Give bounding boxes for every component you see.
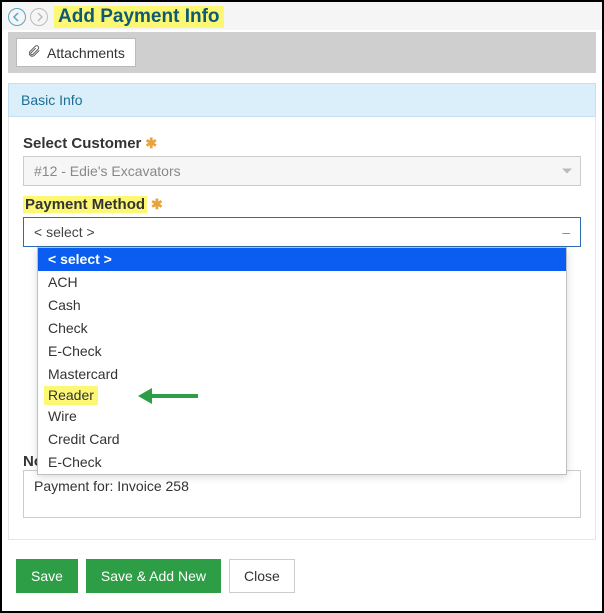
dropdown-option[interactable]: E-Check xyxy=(38,451,566,474)
dropdown-option[interactable]: Mastercard xyxy=(38,363,566,386)
payment-method-label: Payment Method ✱ xyxy=(23,196,581,213)
attachments-label: Attachments xyxy=(47,45,125,61)
dropdown-option[interactable]: Credit Card xyxy=(38,428,566,451)
attachments-button[interactable]: Attachments xyxy=(16,38,136,67)
paperclip-icon xyxy=(27,44,41,61)
dropdown-option[interactable]: Reader xyxy=(38,386,566,405)
dropdown-option[interactable]: E-Check xyxy=(38,340,566,363)
customer-label: Select Customer ✱ xyxy=(23,135,581,152)
required-icon: ✱ xyxy=(151,196,163,213)
customer-select[interactable]: #12 - Edie's Excavators xyxy=(23,156,581,186)
footer-buttons: Save Save & Add New Close xyxy=(16,559,295,593)
dropdown-option[interactable]: Wire xyxy=(38,405,566,428)
dropdown-option[interactable]: ACH xyxy=(38,271,566,294)
header-bar: Add Payment Info xyxy=(2,2,602,30)
payment-method-select-value: < select > xyxy=(34,224,95,240)
dropdown-option[interactable]: < select > xyxy=(38,248,566,271)
page-title: Add Payment Info xyxy=(54,6,224,28)
customer-select-value: #12 - Edie's Excavators xyxy=(34,163,181,179)
save-add-new-button[interactable]: Save & Add New xyxy=(86,559,221,593)
payment-method-select[interactable]: < select > – xyxy=(23,217,581,247)
toolbar: Attachments xyxy=(8,32,596,73)
save-button[interactable]: Save xyxy=(16,559,78,593)
notes-input[interactable]: Payment for: Invoice 258 xyxy=(23,470,581,518)
close-button[interactable]: Close xyxy=(229,559,295,593)
dropdown-option[interactable]: Check xyxy=(38,317,566,340)
chevron-down-icon xyxy=(562,169,572,174)
payment-method-dropdown[interactable]: < select >ACHCashCheckE-CheckMastercardR… xyxy=(37,247,567,475)
arrow-annotation-icon xyxy=(138,388,198,404)
forward-icon xyxy=(30,8,48,26)
dropdown-option[interactable]: Cash xyxy=(38,294,566,317)
section-basic-info: Basic Info xyxy=(8,83,596,117)
back-icon[interactable] xyxy=(8,8,26,26)
form-body: Select Customer ✱ #12 - Edie's Excavator… xyxy=(8,117,596,540)
collapse-icon: – xyxy=(562,224,570,240)
required-icon: ✱ xyxy=(145,135,157,152)
